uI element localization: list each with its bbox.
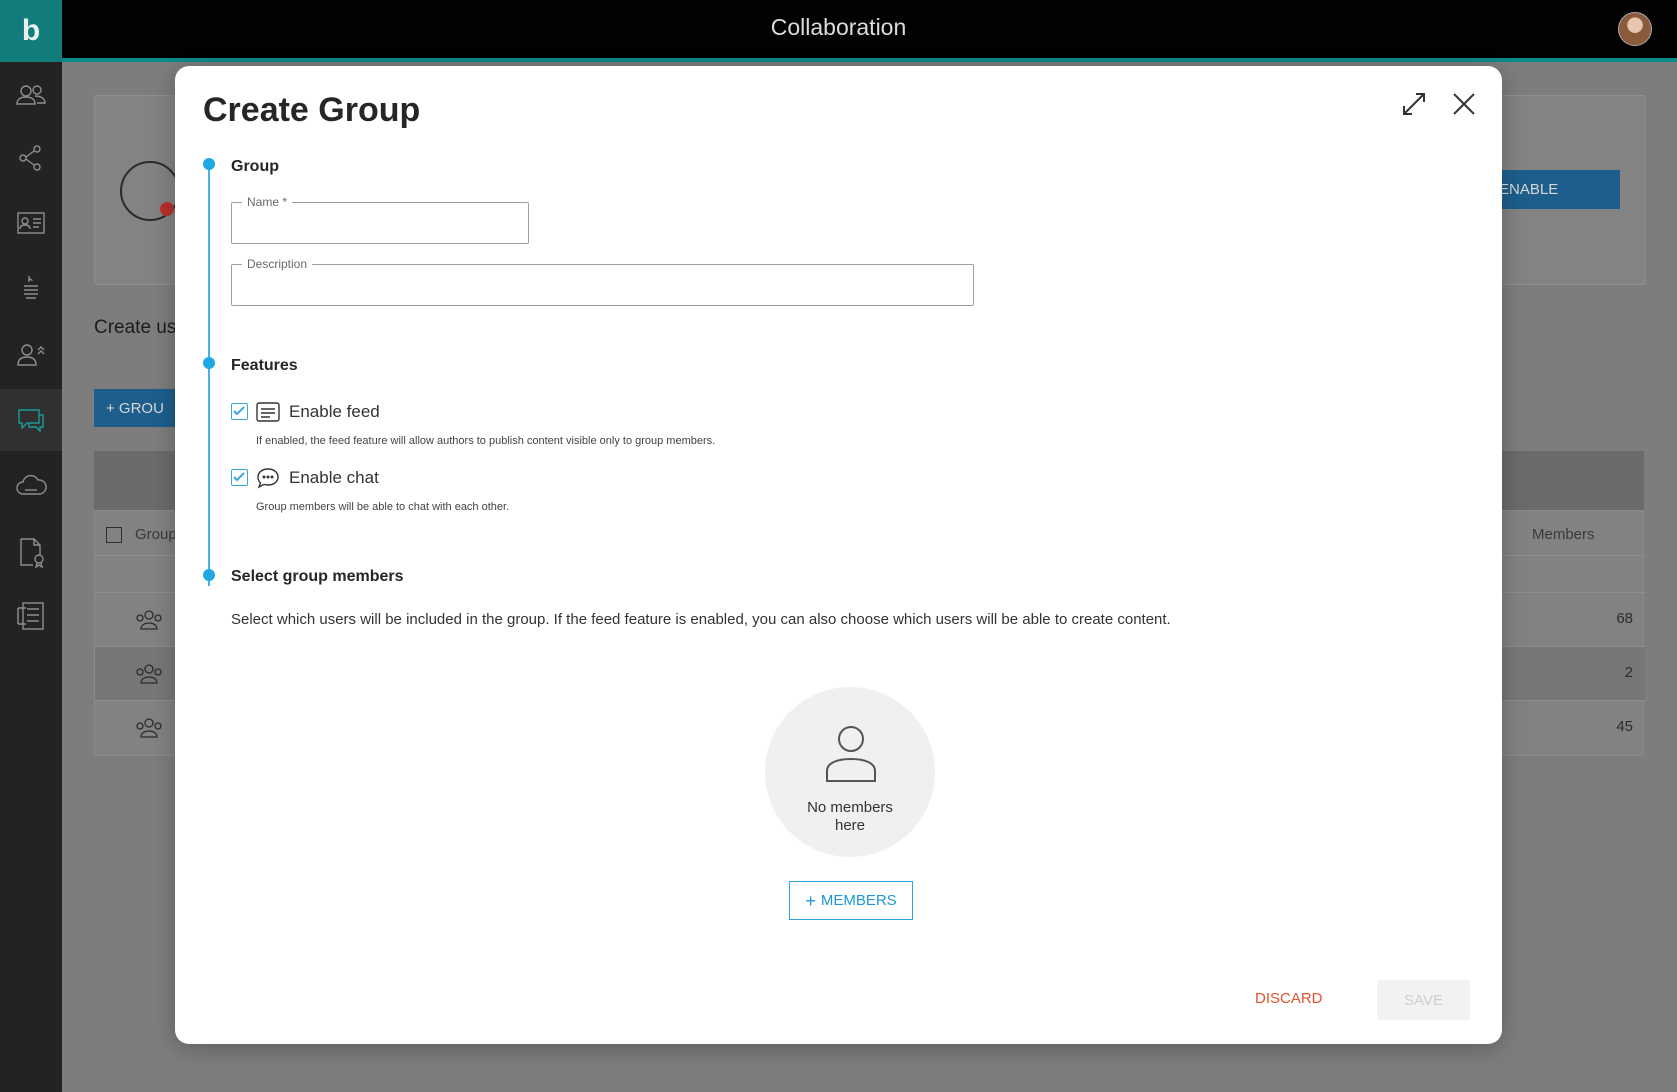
workflow-icon bbox=[17, 602, 44, 630]
contact-card-icon bbox=[17, 212, 45, 234]
top-bar: b Collaboration bbox=[0, 0, 1677, 62]
column-header-group[interactable]: Group bbox=[135, 526, 177, 543]
sidebar-item-workflow[interactable] bbox=[0, 585, 62, 647]
select-all-checkbox[interactable] bbox=[106, 527, 122, 543]
discard-button[interactable]: DISCARD bbox=[1255, 990, 1323, 1007]
section-title-features: Features bbox=[231, 357, 298, 374]
disabled-status-badge bbox=[160, 202, 174, 216]
app-title: Collaboration bbox=[770, 14, 907, 40]
group-icon bbox=[136, 664, 162, 684]
sidebar-item-brand[interactable] bbox=[0, 258, 62, 320]
enable-feed-label: Enable feed bbox=[289, 402, 380, 421]
sidebar-item-collaboration[interactable] bbox=[0, 389, 62, 451]
chat-icon bbox=[18, 409, 44, 433]
expand-button[interactable] bbox=[1402, 92, 1426, 116]
empty-members-line2: here bbox=[834, 817, 866, 834]
enable-chat-hint: Group members will be able to chat with … bbox=[256, 501, 510, 513]
step-dot-members bbox=[203, 569, 215, 581]
section-title-members: Select group members bbox=[231, 568, 404, 585]
enable-chat-checkbox[interactable] bbox=[231, 469, 248, 486]
feed-icon bbox=[256, 400, 280, 424]
user-icon bbox=[826, 726, 876, 782]
users-icon bbox=[16, 85, 46, 105]
certificate-document-icon bbox=[20, 538, 44, 568]
members-description: Select which users will be included in t… bbox=[231, 611, 1171, 628]
group-icon bbox=[136, 718, 162, 738]
step-dot-group bbox=[203, 158, 215, 170]
dialog-title: Create Group bbox=[203, 91, 421, 129]
description-field[interactable]: Description bbox=[231, 257, 974, 306]
save-button[interactable]: SAVE bbox=[1377, 980, 1470, 1020]
brand-stack-icon bbox=[24, 276, 38, 299]
step-dot-features bbox=[203, 357, 215, 369]
name-input[interactable] bbox=[232, 203, 528, 243]
checkmark-icon bbox=[233, 472, 245, 482]
close-button[interactable] bbox=[1452, 92, 1476, 116]
expand-icon bbox=[1403, 93, 1425, 115]
create-group-dialog: Create Group Group Name * Description Fe… bbox=[175, 66, 1502, 1044]
speech-bubble-icon bbox=[256, 466, 280, 490]
members-count: 45 bbox=[1616, 718, 1633, 735]
add-members-button[interactable]: + MEMBERS bbox=[789, 881, 913, 920]
share-nodes-icon bbox=[19, 145, 41, 171]
sidebar-item-network[interactable] bbox=[0, 127, 62, 189]
cloud-icon bbox=[16, 474, 47, 495]
sidebar bbox=[0, 62, 62, 1092]
empty-members-text: No members here bbox=[765, 799, 935, 835]
sidebar-item-cloud[interactable] bbox=[0, 455, 62, 517]
empty-members-placeholder: No members here bbox=[765, 687, 935, 857]
add-members-label: MEMBERS bbox=[820, 892, 897, 909]
name-field[interactable]: Name * bbox=[231, 195, 529, 244]
empty-members-line1: No members bbox=[807, 799, 893, 816]
close-icon bbox=[1453, 93, 1475, 115]
sidebar-item-certificates[interactable] bbox=[0, 521, 62, 583]
enable-feed-hint: If enabled, the feed feature will allow … bbox=[256, 435, 716, 447]
user-avatar[interactable] bbox=[1618, 12, 1652, 46]
section-title-group: Group bbox=[231, 158, 279, 175]
plus-icon: + bbox=[805, 890, 816, 911]
members-count: 68 bbox=[1616, 610, 1633, 627]
members-count: 2 bbox=[1624, 664, 1633, 681]
enable-chat-label: Enable chat bbox=[289, 468, 379, 487]
column-header-members[interactable]: Members bbox=[1532, 526, 1595, 543]
group-icon bbox=[136, 610, 162, 630]
checkmark-icon bbox=[233, 406, 245, 416]
sidebar-item-contacts[interactable] bbox=[0, 192, 62, 254]
user-admin-icon bbox=[17, 344, 45, 366]
description-input[interactable] bbox=[232, 265, 973, 305]
sidebar-item-users[interactable] bbox=[0, 65, 62, 127]
create-users-text: Create us bbox=[94, 317, 177, 338]
step-timeline bbox=[208, 166, 210, 586]
sidebar-item-user-admin[interactable] bbox=[0, 324, 62, 386]
enable-feed-checkbox[interactable] bbox=[231, 403, 248, 420]
